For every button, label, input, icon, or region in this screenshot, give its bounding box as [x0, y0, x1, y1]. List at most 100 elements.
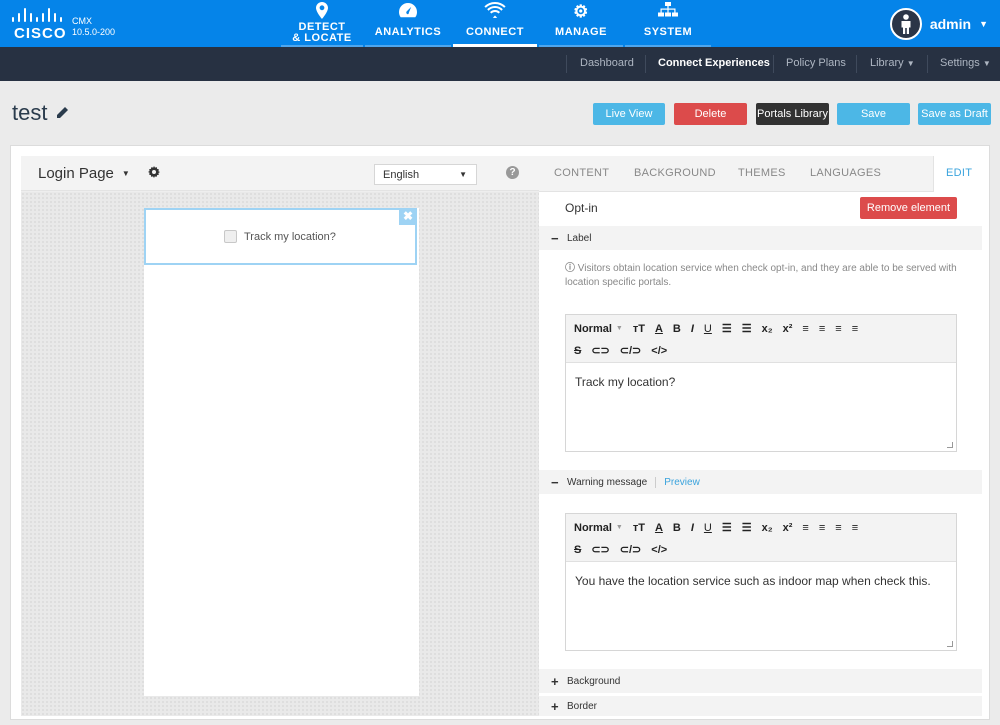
tab-languages[interactable]: LANGUAGES	[810, 167, 881, 179]
nav-label: SYSTEM	[643, 26, 693, 38]
cisco-logo[interactable]: CISCO CMX 10.5.0-200	[10, 6, 130, 42]
nav-manage[interactable]: ⚙ MANAGE	[539, 0, 623, 47]
italic-icon[interactable]: I	[691, 323, 694, 335]
warning-section-header[interactable]: − Warning message Preview	[539, 470, 982, 494]
underline-icon[interactable]: U	[704, 323, 712, 335]
subnav-connect-experiences[interactable]: Connect Experiences	[658, 57, 770, 69]
resize-handle[interactable]	[947, 641, 953, 647]
underline-icon[interactable]: U	[704, 522, 712, 534]
superscript-icon[interactable]: x²	[783, 323, 793, 335]
align-right-icon[interactable]: ≡	[852, 522, 858, 534]
portals-library-button[interactable]: Portals Library	[756, 103, 829, 125]
caret-down-icon: ▼	[615, 524, 623, 531]
bold-icon[interactable]: B	[673, 522, 681, 534]
page-title-text: test	[12, 100, 48, 125]
minus-icon: −	[551, 230, 559, 246]
unlink-icon[interactable]: ⊂/⊃	[620, 543, 642, 556]
subnav-library-label: Library	[870, 57, 904, 69]
link-icon[interactable]: ⊂⊃	[591, 344, 609, 357]
ordered-list-icon[interactable]: ☰	[722, 322, 732, 335]
user-menu[interactable]: admin ▼	[889, 8, 988, 40]
resize-handle[interactable]	[947, 442, 953, 448]
preview-link[interactable]: Preview	[655, 476, 700, 488]
label-editor[interactable]: Normal ▼ ᴛT A B I U ☰ ☰ x₂ x² ≡ ≡ ≡ ≡ S …	[565, 314, 957, 452]
align-right-icon[interactable]: ≡	[852, 323, 858, 335]
subnav-policy-plans[interactable]: Policy Plans	[786, 57, 846, 69]
subscript-icon[interactable]: x₂	[762, 522, 773, 534]
live-view-button[interactable]: Live View	[593, 103, 665, 125]
code-icon[interactable]: </>	[651, 544, 667, 556]
user-icon	[901, 14, 911, 34]
tab-themes[interactable]: THEMES	[738, 167, 786, 179]
subnav-library[interactable]: Library ▼	[870, 57, 915, 69]
text-color-icon[interactable]: A	[655, 323, 663, 335]
subnav-settings[interactable]: Settings ▼	[940, 57, 991, 69]
subscript-icon[interactable]: x₂	[762, 323, 773, 335]
nav-system[interactable]: SYSTEM	[625, 0, 711, 47]
nav-detect-locate[interactable]: DETECT & LOCATE	[281, 0, 363, 47]
strikethrough-icon[interactable]: S	[574, 345, 581, 357]
chevron-down-icon: ▼	[979, 19, 988, 29]
background-section-header[interactable]: + Background	[539, 669, 982, 693]
label-section-header[interactable]: − Label	[539, 226, 982, 250]
indent-icon[interactable]: ≡	[802, 522, 808, 534]
gear-icon[interactable]	[148, 165, 160, 181]
nav-analytics[interactable]: ANALYTICS	[365, 0, 451, 47]
align-left-icon[interactable]: ≡	[819, 522, 825, 534]
page-select[interactable]: Login Page ▼	[38, 165, 130, 182]
font-size-icon[interactable]: ᴛT	[633, 323, 645, 335]
section-title: Background	[567, 675, 621, 687]
close-icon[interactable]: ✖	[399, 208, 417, 225]
indent-icon[interactable]: ≡	[802, 323, 808, 335]
link-icon[interactable]: ⊂⊃	[591, 543, 609, 556]
unordered-list-icon[interactable]: ☰	[742, 521, 752, 534]
warning-editor[interactable]: Normal ▼ ᴛT A B I U ☰ ☰ x₂ x² ≡ ≡ ≡ ≡ S …	[565, 513, 957, 651]
portal-editor: Login Page ▼ English ▼ ? ✖ Track my loca…	[10, 145, 990, 720]
unlink-icon[interactable]: ⊂/⊃	[620, 344, 642, 357]
align-center-icon[interactable]: ≡	[835, 522, 841, 534]
language-select[interactable]: English ▼	[374, 164, 477, 185]
pencil-edit-icon[interactable]	[55, 100, 69, 126]
unordered-list-icon[interactable]: ☰	[742, 322, 752, 335]
info-message: Visitors obtain location service when ch…	[565, 263, 957, 288]
product-version: CMX 10.5.0-200	[72, 16, 115, 38]
help-icon[interactable]: ?	[506, 166, 519, 179]
superscript-icon[interactable]: x²	[783, 522, 793, 534]
section-title: Border	[567, 700, 598, 712]
rich-text-toolbar: Normal ▼ ᴛT A B I U ☰ ☰ x₂ x² ≡ ≡ ≡ ≡ S …	[566, 315, 956, 363]
gauge-icon	[365, 2, 451, 22]
tab-edit[interactable]: EDIT	[946, 167, 972, 179]
format-select[interactable]: Normal	[574, 522, 612, 534]
strikethrough-icon[interactable]: S	[574, 544, 581, 556]
subnav-dashboard[interactable]: Dashboard	[580, 57, 634, 69]
phone-preview: ✖ Track my location?	[144, 208, 419, 696]
bold-icon[interactable]: B	[673, 323, 681, 335]
delete-button[interactable]: Delete	[674, 103, 747, 125]
save-as-draft-button[interactable]: Save as Draft	[918, 103, 991, 125]
tab-content[interactable]: CONTENT	[554, 167, 609, 179]
font-size-icon[interactable]: ᴛT	[633, 522, 645, 534]
format-select[interactable]: Normal	[574, 323, 612, 335]
nav-connect[interactable]: CONNECT	[453, 0, 537, 47]
code-icon[interactable]: </>	[651, 345, 667, 357]
align-center-icon[interactable]: ≡	[835, 323, 841, 335]
rich-text-toolbar: Normal ▼ ᴛT A B I U ☰ ☰ x₂ x² ≡ ≡ ≡ ≡ S …	[566, 514, 956, 562]
caret-down-icon: ▼	[906, 59, 915, 68]
optin-element[interactable]: ✖ Track my location?	[144, 208, 417, 265]
italic-icon[interactable]: I	[691, 522, 694, 534]
align-left-icon[interactable]: ≡	[819, 323, 825, 335]
plus-icon: +	[551, 698, 559, 714]
info-text: ⓘ Visitors obtain location service when …	[565, 262, 965, 290]
border-section-header[interactable]: + Border	[539, 696, 982, 716]
ordered-list-icon[interactable]: ☰	[722, 521, 732, 534]
plus-icon: +	[551, 673, 559, 689]
save-button[interactable]: Save	[837, 103, 910, 125]
optin-checkbox[interactable]	[224, 230, 237, 243]
nav-label: ANALYTICS	[374, 26, 442, 38]
preview-pane: Login Page ▼ English ▼ ? ✖ Track my loca…	[21, 156, 539, 716]
remove-element-button[interactable]: Remove element	[860, 197, 957, 219]
tab-background[interactable]: BACKGROUND	[634, 167, 716, 179]
caret-down-icon: ▼	[615, 325, 623, 332]
text-color-icon[interactable]: A	[655, 522, 663, 534]
cisco-bars-icon	[12, 8, 62, 22]
